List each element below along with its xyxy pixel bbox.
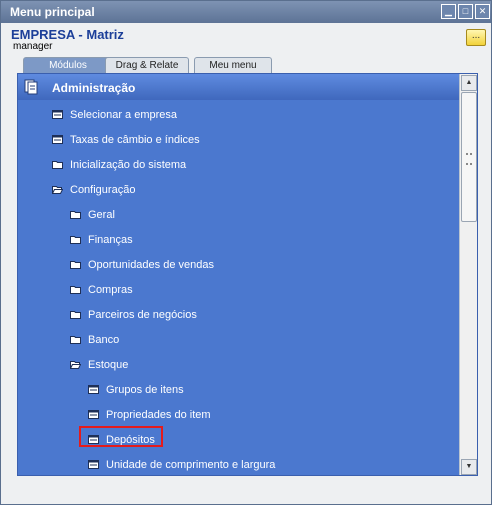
grip-icon — [466, 153, 472, 165]
scroll-thumb[interactable] — [461, 92, 477, 222]
doc-icon — [52, 110, 63, 119]
minimize-icon[interactable]: ▁ — [441, 4, 456, 19]
doc-icon — [52, 135, 63, 144]
maximize-icon[interactable]: □ — [458, 4, 473, 19]
folder-icon — [70, 310, 81, 319]
more-button[interactable]: ... — [466, 29, 486, 46]
doc-icon — [88, 385, 99, 394]
menu-item-label: Geral — [88, 209, 115, 221]
tab-modulos[interactable]: Módulos — [23, 57, 113, 74]
folder-icon — [52, 160, 63, 169]
doc-icon — [88, 460, 99, 469]
menu-item-label: Parceiros de negócios — [88, 309, 197, 321]
folder-open-icon — [51, 185, 64, 194]
folder-open-icon — [69, 360, 82, 369]
folder-icon — [70, 285, 81, 294]
scroll-up-icon[interactable]: ▲ — [461, 75, 477, 91]
menu-item-label: Grupos de itens — [106, 384, 184, 396]
folder-icon — [70, 335, 81, 344]
folder-icon — [70, 210, 81, 219]
vertical-scrollbar[interactable]: ▲ ▼ — [459, 74, 477, 475]
menu-item-label: Configuração — [70, 184, 136, 196]
administration-icon — [24, 79, 38, 95]
close-icon[interactable]: ✕ — [475, 4, 490, 19]
menu-item-label: Unidade de comprimento e largura — [106, 459, 276, 471]
company-name: EMPRESA - Matriz — [11, 27, 124, 42]
scroll-down-icon[interactable]: ▼ — [461, 459, 477, 475]
tab-drag-relate[interactable]: Drag & Relate — [105, 57, 189, 74]
folder-icon — [70, 260, 81, 269]
tab-meu-menu[interactable]: Meu menu — [194, 57, 272, 74]
menu-item-label: Banco — [88, 334, 120, 346]
title-bar[interactable]: Menu principal ▁ □ ✕ — [1, 1, 491, 23]
highlight-box-depositos — [79, 426, 163, 447]
menu-item-label: Estoque — [88, 359, 129, 371]
menu-item-label: Compras — [88, 284, 133, 296]
menu-item-label: Selecionar a empresa — [70, 109, 178, 121]
menu-item-label: Inicialização do sistema — [70, 159, 187, 171]
panel-header[interactable]: Administração — [18, 74, 459, 100]
window-title: Menu principal — [10, 5, 95, 19]
menu-item-label: Taxas de câmbio e índices — [70, 134, 200, 146]
panel-title: Administração — [52, 81, 136, 95]
menu-item-label: Finanças — [88, 234, 133, 246]
main-menu-window: Menu principal ▁ □ ✕ EMPRESA - Matriz ma… — [0, 0, 492, 505]
modules-panel: Administração Selecionar a empresa Taxas … — [17, 73, 478, 476]
menu-item-label: Oportunidades de vendas — [88, 259, 214, 271]
doc-icon — [88, 410, 99, 419]
menu-item-label: Propriedades do item — [106, 409, 211, 421]
folder-icon — [70, 235, 81, 244]
user-name: manager — [13, 41, 53, 52]
